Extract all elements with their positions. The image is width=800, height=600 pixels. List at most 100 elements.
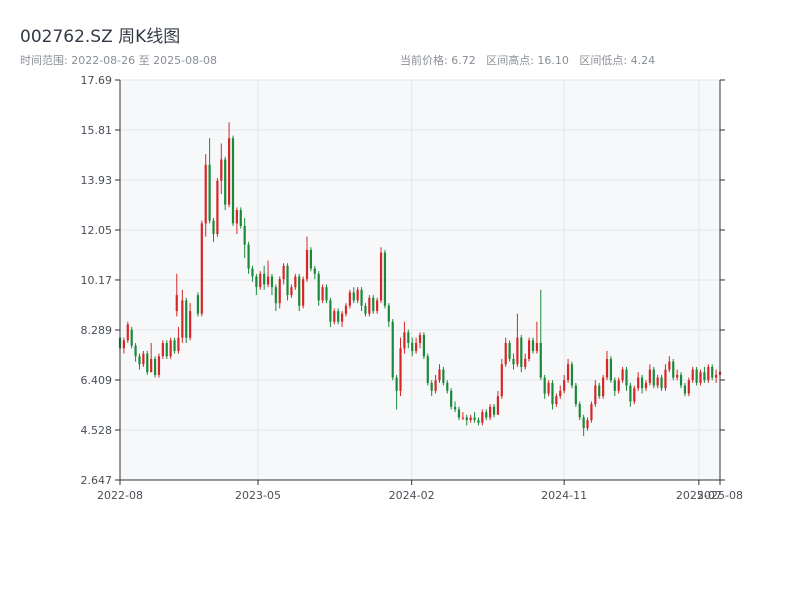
candle-body — [485, 412, 488, 418]
candle-body — [263, 273, 266, 285]
candle-body — [504, 342, 507, 365]
candle-body — [407, 332, 410, 343]
candle-body — [481, 412, 484, 423]
x-axis-ticks: 2022-08 2023-05 2024-02 2024-11 2025-072025-… — [97, 480, 743, 502]
candle-body — [325, 287, 328, 301]
candle-body — [520, 337, 523, 367]
candle-body — [512, 358, 515, 365]
candle-body — [376, 300, 379, 312]
candle-body — [707, 366, 710, 381]
candle-body — [613, 380, 616, 391]
candle-body — [360, 289, 363, 306]
candle-body — [157, 356, 161, 375]
candle-body — [344, 305, 348, 314]
x-tick-label: 2024-02 — [389, 489, 435, 502]
candle-body — [687, 380, 690, 394]
candle-body — [648, 369, 651, 383]
candle-body — [633, 388, 636, 402]
candle-body — [446, 382, 449, 391]
candle-body — [379, 252, 383, 301]
candle-body — [216, 180, 219, 234]
candle-body — [500, 364, 503, 397]
candle-body — [566, 364, 570, 381]
candle-body — [426, 356, 429, 383]
candle-body — [274, 287, 277, 304]
candle-body — [352, 292, 355, 301]
candle-body — [208, 164, 211, 221]
candle-body — [578, 404, 581, 418]
candle-body — [161, 342, 164, 357]
candle-body — [543, 377, 546, 394]
candle-body — [204, 164, 207, 224]
candle-body — [348, 292, 351, 306]
candle-body — [637, 377, 640, 389]
candle-body — [660, 377, 663, 389]
candle-body — [122, 340, 125, 349]
x-tick-label: 2025-08 — [697, 489, 743, 502]
candle-body — [196, 295, 200, 314]
y-tick-label: 13.93 — [81, 174, 113, 187]
candle-body — [321, 287, 324, 301]
candle-body — [418, 335, 422, 343]
candle-body — [473, 417, 476, 421]
candle-body — [200, 223, 203, 314]
candle-body — [165, 342, 168, 357]
candle-body — [372, 297, 375, 312]
candle-body — [411, 342, 414, 351]
candle-body — [652, 369, 655, 386]
candle-body — [239, 210, 242, 226]
candle-body — [189, 311, 192, 338]
candle-body — [594, 385, 597, 405]
candle-body — [621, 369, 624, 381]
candle-body — [492, 406, 496, 415]
candle-body — [333, 311, 336, 322]
candle-body — [711, 366, 714, 378]
candle-body — [559, 390, 562, 397]
candle-body — [391, 321, 394, 378]
candle-body — [181, 300, 184, 338]
candle-body — [383, 252, 387, 306]
candle-body — [146, 353, 149, 373]
candle-body — [251, 268, 254, 277]
candle-body — [430, 382, 433, 391]
candle-body — [640, 377, 644, 389]
candle-body — [590, 404, 593, 421]
candle-body — [294, 276, 297, 288]
candle-body — [126, 324, 129, 341]
candle-body — [185, 300, 188, 338]
candlestick-chart: 2.647 4.528 6.409 8.289 10.17 12.05 13.93 15.81… — [81, 74, 743, 502]
candle-body — [403, 332, 406, 349]
x-tick-label: 2023-05 — [235, 489, 281, 502]
candle-body — [539, 342, 542, 378]
candle-body — [340, 313, 344, 322]
candle-body — [235, 210, 238, 224]
candle-body — [676, 374, 679, 378]
candle-body — [656, 377, 659, 386]
y-tick-label: 10.17 — [81, 274, 113, 287]
candle-body — [489, 406, 492, 418]
candle-body — [169, 340, 172, 357]
candle-body — [625, 369, 628, 386]
y-tick-label: 8.289 — [81, 324, 113, 337]
candle-body — [356, 289, 359, 301]
candle-body — [286, 265, 289, 296]
candle-body — [664, 369, 667, 389]
candle-body — [134, 345, 137, 357]
candle-body — [224, 159, 227, 205]
candle-body — [270, 276, 274, 288]
candle-body — [212, 220, 215, 234]
candle-body — [598, 385, 601, 397]
candle-body — [570, 364, 574, 386]
candle-body — [290, 287, 293, 296]
candle-body — [453, 406, 457, 410]
candle-body — [602, 377, 605, 397]
candle-body — [243, 225, 246, 245]
candle-body — [298, 276, 301, 306]
candle-body — [469, 417, 472, 421]
candle-body — [415, 342, 418, 351]
candle-body — [703, 372, 706, 381]
candle-body — [605, 358, 609, 378]
candle-body — [175, 295, 178, 312]
candle-body — [368, 297, 371, 314]
candle-body — [442, 369, 445, 383]
